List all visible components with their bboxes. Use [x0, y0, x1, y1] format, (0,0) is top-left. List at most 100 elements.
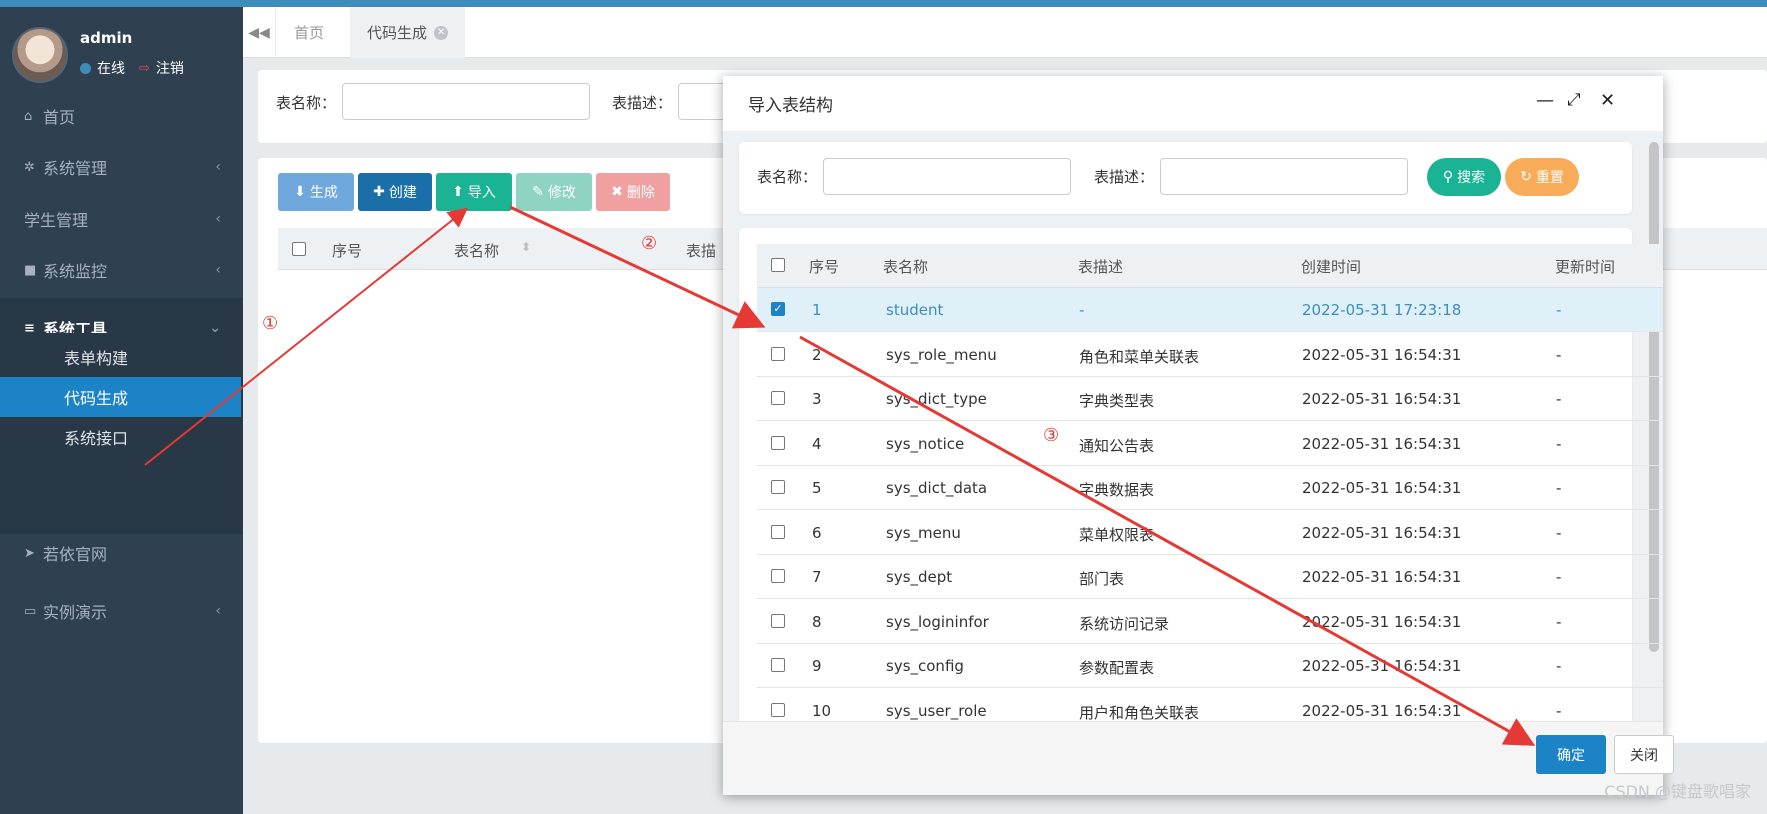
cell-updated: -: [1556, 568, 1562, 586]
top-bar: [0, 0, 1767, 7]
row-checkbox[interactable]: ✓: [771, 302, 785, 316]
cell-index: 8: [812, 612, 822, 631]
table-row[interactable]: 10 sys_user_role 用户和角色关联表 2022-05-31 16:54:…: [757, 689, 1663, 722]
close-icon[interactable]: ✕: [1600, 90, 1615, 111]
cell-created: 2022-05-31 16:54:31: [1302, 612, 1462, 631]
cell-updated: -: [1556, 523, 1562, 542]
table-row[interactable]: 7 sys_dept 部门表 2022-05-31 16:54:31 -: [757, 555, 1663, 599]
tab-scroll-left-icon[interactable]: ◀◀: [243, 7, 276, 58]
tab-home[interactable]: 首页: [277, 7, 341, 58]
cell-name: sys_dict_type: [886, 390, 987, 408]
submenu-item-form-build[interactable]: 表单构建: [0, 337, 243, 377]
cell-created: 2022-05-31 16:54:31: [1302, 568, 1462, 586]
chevron-left-icon: ‹: [215, 262, 221, 278]
sidebar-item-home[interactable]: ⌂ 首页: [0, 87, 243, 145]
row-checkbox[interactable]: [771, 569, 785, 583]
download-icon: ⬇: [294, 184, 306, 200]
row-checkbox[interactable]: [771, 702, 785, 717]
cell-desc: 系统访问记录: [1079, 614, 1170, 633]
annotation-3: ③: [1043, 425, 1060, 446]
search-button[interactable]: ⚲ 搜索: [1427, 158, 1501, 196]
submenu-item-label: 表单构建: [64, 349, 129, 368]
logout-link[interactable]: 注销: [156, 58, 184, 78]
logout-icon[interactable]: ⇨: [139, 61, 150, 76]
cell-created: 2022-05-31 16:54:31: [1302, 657, 1462, 675]
cell-desc: -: [1079, 301, 1085, 319]
sidebar-item-student[interactable]: 学生管理 ‹: [0, 190, 243, 248]
cell-updated: -: [1556, 301, 1562, 319]
cell-desc: 用户和角色关联表: [1079, 703, 1200, 722]
row-checkbox[interactable]: [771, 658, 785, 672]
sidebar-item-label: 系统监控: [43, 262, 108, 281]
submenu-item-api[interactable]: 系统接口: [0, 417, 243, 457]
cell-desc: 参数配置表: [1079, 659, 1155, 677]
row-checkbox[interactable]: [771, 524, 785, 539]
sidebar-item-label: 系统管理: [43, 159, 108, 178]
select-all-checkbox[interactable]: [771, 258, 785, 272]
modal-footer: 确定 关闭: [723, 721, 1674, 795]
create-button[interactable]: ✚ 创建: [358, 173, 432, 211]
cell-created: 2022-05-31 17:23:18: [1302, 301, 1462, 319]
modal-name-label: 表名称：: [757, 168, 818, 186]
header-desc: 表描: [686, 242, 717, 260]
cell-created: 2022-05-31 16:54:31: [1302, 701, 1462, 720]
sidebar-item-monitor[interactable]: ■ 系统监控 ‹: [0, 241, 243, 299]
cell-updated: -: [1556, 612, 1562, 631]
button-label: 删除: [626, 185, 655, 201]
delete-button[interactable]: ✖ 删除: [596, 173, 670, 211]
table-name-label: 表名称：: [276, 94, 337, 112]
cell-created: 2022-05-31 16:54:31: [1302, 479, 1462, 497]
table-row[interactable]: 8 sys_logininfor 系统访问记录 2022-05-31 16:54:31…: [757, 600, 1663, 644]
table-row[interactable]: 5 sys_dict_data 字典数据表 2022-05-31 16:54:31 -: [757, 466, 1663, 510]
sidebar-item-label: 实例演示: [43, 603, 108, 622]
table-row[interactable]: 2 sys_role_menu 角色和菜单关联表 2022-05-31 16:54:3…: [757, 333, 1663, 377]
select-all-checkbox[interactable]: [292, 242, 306, 256]
sidebar-item-system[interactable]: ✲ 系统管理 ‹: [0, 138, 243, 196]
close-button[interactable]: 关闭: [1614, 735, 1674, 774]
cell-name: sys_config: [886, 657, 964, 675]
close-icon[interactable]: ✕: [434, 25, 449, 40]
cell-name: sys_role_menu: [886, 345, 997, 364]
row-checkbox[interactable]: [771, 391, 785, 405]
sidebar-item-website[interactable]: ➤ 若依官网: [0, 524, 243, 582]
generate-button[interactable]: ⬇ 生成: [278, 173, 354, 211]
cell-created: 2022-05-31 16:54:31: [1302, 390, 1462, 408]
header-name[interactable]: 表名称: [454, 240, 499, 261]
edit-button[interactable]: ✎ 修改: [516, 173, 592, 211]
table-row[interactable]: 4 sys_notice 通知公告表 2022-05-31 16:54:31 -: [757, 422, 1663, 466]
row-checkbox[interactable]: [771, 613, 785, 628]
button-label: 搜索: [1457, 170, 1486, 186]
chevron-left-icon: ‹: [215, 211, 221, 227]
import-button[interactable]: ⬆ 导入: [436, 173, 512, 211]
avatar[interactable]: [12, 27, 68, 83]
confirm-button[interactable]: 确定: [1536, 735, 1606, 774]
table-row[interactable]: 3 sys_dict_type 字典类型表 2022-05-31 16:54:31 -: [757, 377, 1663, 421]
cell-updated: -: [1556, 390, 1562, 408]
cell-updated: -: [1556, 345, 1562, 364]
cell-desc: 部门表: [1079, 570, 1125, 588]
reset-button[interactable]: ↻ 重置: [1505, 158, 1579, 196]
cell-created: 2022-05-31 16:54:31: [1302, 345, 1462, 364]
cell-name: student: [886, 301, 944, 319]
table-row[interactable]: 9 sys_config 参数配置表 2022-05-31 16:54:31 -: [757, 644, 1663, 688]
row-checkbox[interactable]: [771, 435, 785, 450]
sidebar-item-demo[interactable]: ▭ 实例演示 ‹: [0, 582, 243, 640]
maximize-icon[interactable]: ⤢: [1567, 90, 1581, 110]
sort-icon[interactable]: ⬍: [521, 240, 531, 254]
table-row[interactable]: ✓ 1 student - 2022-05-31 17:23:18 -: [757, 288, 1663, 332]
row-checkbox[interactable]: [771, 346, 785, 361]
table-name-input[interactable]: [342, 83, 590, 120]
cell-index: 6: [812, 523, 822, 542]
submenu-item-label: 系统接口: [64, 429, 129, 448]
minimize-icon[interactable]: —: [1536, 90, 1554, 111]
table-row[interactable]: 6 sys_menu 菜单权限表 2022-05-31 16:54:31 -: [757, 511, 1663, 555]
button-label: 生成: [309, 185, 338, 201]
cell-desc: 通知公告表: [1079, 436, 1155, 455]
online-status: 在线: [97, 61, 125, 77]
modal-desc-input[interactable]: [1160, 158, 1408, 195]
submenu-item-code-gen[interactable]: 代码生成: [0, 377, 241, 417]
row-checkbox[interactable]: [771, 480, 785, 494]
modal-name-input[interactable]: [823, 158, 1071, 195]
tab-code-gen[interactable]: 代码生成 ✕: [350, 7, 466, 58]
sidebar-item-label: 若依官网: [43, 545, 108, 564]
